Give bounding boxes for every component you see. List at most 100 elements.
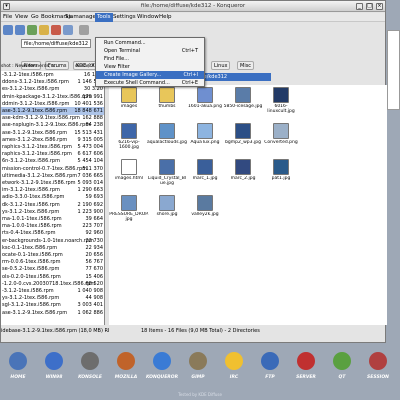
file-icon-label: Liquid_Crystal_Blue.jpg [147, 176, 187, 186]
menu-window[interactable]: Window [137, 14, 159, 20]
file-icon-item[interactable]: shore.jpg [151, 195, 181, 225]
file-row[interactable]: ase-3.1.2-9.1tex.i586.rpm 1 062 886 [1, 309, 104, 317]
menu-sjamanager[interactable]: Sjamanager [65, 14, 98, 20]
menu-item-label: Execute Shell Command... [104, 80, 170, 86]
title-bar[interactable]: file:/home/diffuse/kde312 - Konqueror ▾ … [1, 1, 385, 12]
folder-icon [159, 87, 175, 103]
stop-icon[interactable] [51, 25, 61, 35]
launcher-label: SERVER [296, 375, 316, 380]
menu-item-label: Open Terminal [104, 48, 141, 54]
file-icon-label: images [120, 104, 138, 109]
image-thumbnail-icon [121, 159, 137, 175]
irc-icon [225, 352, 243, 370]
file-icon-item[interactable]: thumbs [151, 87, 181, 117]
tools-menu-item[interactable]: Execute Shell Command... Ctrl+E [96, 79, 204, 87]
menu-item-label: Create Image Gallery... [104, 72, 162, 78]
bookmark-linux[interactable]: Linux [211, 61, 231, 70]
file-icon-item[interactable]: images.html [113, 159, 143, 189]
file-icon-item[interactable]: bgmp2_wp3.jpg [225, 123, 261, 153]
launcher-label: IRC [229, 375, 239, 380]
status-right: 18 Items - 16 Files (9,0 MB Total) - 2 D… [141, 327, 341, 335]
home-icon[interactable] [39, 25, 49, 35]
desktop-launcher-bar: HOME WIN98 KONSOLE MOZILLA KONQUEROR GIMP IRC F… [0, 348, 400, 388]
icon-view-pane[interactable]: images thumbs 1601-akua.png 5850-icesage.jp… [109, 85, 387, 325]
menu-help[interactable]: Help [159, 14, 172, 20]
tools-menu-item[interactable]: Open Terminal Ctrl+T [96, 47, 204, 55]
file-list-pane[interactable]: -3.1.2-1tex.i586.rpm 16 1.20 ddons-3.1.2-1… [1, 71, 105, 325]
menu-file[interactable]: File [3, 14, 12, 20]
footer-credit: Tested by KDE Diffuse [178, 392, 222, 397]
reload-icon[interactable] [63, 25, 73, 35]
file-icon-item[interactable]: AquaTux.png [189, 123, 220, 153]
minimize-button[interactable]: _ [356, 3, 363, 10]
file-icon-item[interactable]: aqualactlouds.jpg [147, 123, 187, 153]
location-field[interactable]: file:/home/diffuse/kde312 [21, 39, 91, 48]
image-thumbnail-icon [235, 159, 251, 175]
menu-view[interactable]: View [15, 14, 28, 20]
tools-menu-item[interactable]: Create Image Gallery... Ctrl+I [96, 71, 204, 79]
file-icon-label: 5850-icesage.jpg [223, 104, 263, 109]
launcher-irc[interactable]: IRC [218, 348, 250, 388]
file-icon-item[interactable]: Liquid_Crystal_Blue.jpg [148, 159, 186, 189]
file-icon-label: thumbs [158, 104, 176, 109]
tools-menu-item[interactable]: Run Command... [96, 39, 204, 47]
tools-menu-item[interactable]: View Filter [96, 63, 204, 71]
window-title: file:/home/diffuse/kde312 - Konqueror [140, 3, 246, 9]
file-icon-item[interactable]: marc_2.jpg [227, 159, 257, 189]
file-icon-label: 6216-vip-1600.jpg [118, 140, 140, 150]
close-button[interactable]: × [376, 3, 383, 10]
maximize-button[interactable]: □ [366, 3, 373, 10]
file-icon-item[interactable]: PRESSURE_DROP.jpg [109, 195, 149, 225]
file-icon-item[interactable]: images [113, 87, 143, 117]
win98-icon [45, 352, 63, 370]
menu-go[interactable]: Go [31, 14, 39, 20]
file-icon-item[interactable]: marc_1.jpg [189, 159, 219, 189]
launcher-konsole[interactable]: KONSOLE [74, 348, 106, 388]
session-icon [369, 352, 387, 370]
launcher-label: KONSOLE [78, 375, 102, 380]
up-icon[interactable] [27, 25, 37, 35]
konqueror-window: file:/home/diffuse/kde312 - Konqueror ▾ … [0, 0, 387, 343]
bookmark-misc[interactable]: Misc [237, 61, 255, 70]
back-icon[interactable] [3, 25, 13, 35]
forward-icon[interactable] [15, 25, 25, 35]
file-icon-item[interactable]: 5850-icesage.jpg [224, 87, 262, 117]
mozilla-icon [117, 352, 135, 370]
file-icon-label: 1601-akua.png [188, 104, 222, 109]
ftp-icon [261, 352, 279, 370]
menu-tools[interactable]: Tools [95, 13, 113, 22]
launcher-mozilla[interactable]: MOZILLA [110, 348, 142, 388]
launcher-win98[interactable]: WIN98 [38, 348, 70, 388]
launcher-ftp[interactable]: FTP [254, 348, 286, 388]
image-thumbnail-icon [235, 123, 251, 139]
file-icon-item[interactable]: Converted.png [264, 123, 298, 153]
file-icon-item[interactable]: 1601-akua.png [188, 87, 222, 117]
file-icon-label: aqualactlouds.jpg [147, 140, 187, 145]
window-menu-button[interactable]: ▾ [3, 3, 10, 10]
menu-settings[interactable]: Settings [113, 14, 136, 20]
side-panel [387, 30, 400, 110]
image-thumbnail-icon [235, 87, 251, 103]
launcher-qt[interactable]: QT [326, 348, 358, 388]
print-icon[interactable] [79, 25, 89, 35]
file-icon-item[interactable]: pat1.jpg [265, 159, 295, 189]
launcher-konqueror[interactable]: KONQUEROR [146, 348, 178, 388]
file-name: ase-3.1.2-9.1tex.i586.rpm [2, 309, 68, 316]
file-icon-item[interactable]: 6216-vip-1600.jpg [113, 123, 143, 153]
left-header[interactable]: shot : News for nerds, s... [1, 63, 61, 71]
launcher-label: QT [338, 375, 346, 380]
file-icon-item[interactable]: valley2k.jpg [189, 195, 219, 225]
launcher-session[interactable]: SESSION [362, 348, 394, 388]
launcher-gimp[interactable]: GIMP [182, 348, 214, 388]
launcher-home[interactable]: HOME [2, 348, 34, 388]
file-icon-item[interactable]: 6016-linuxcult.jpg [265, 87, 295, 117]
file-icon-label: shore.jpg [156, 212, 178, 217]
launcher-server[interactable]: SERVER [290, 348, 322, 388]
server-icon [297, 352, 315, 370]
image-thumbnail-icon [197, 195, 213, 211]
tools-menu-item[interactable]: Find File... [96, 55, 204, 63]
image-thumbnail-icon [121, 195, 137, 211]
home-icon [9, 352, 27, 370]
folder-icon [121, 87, 137, 103]
launcher-label: SESSION [367, 375, 389, 380]
